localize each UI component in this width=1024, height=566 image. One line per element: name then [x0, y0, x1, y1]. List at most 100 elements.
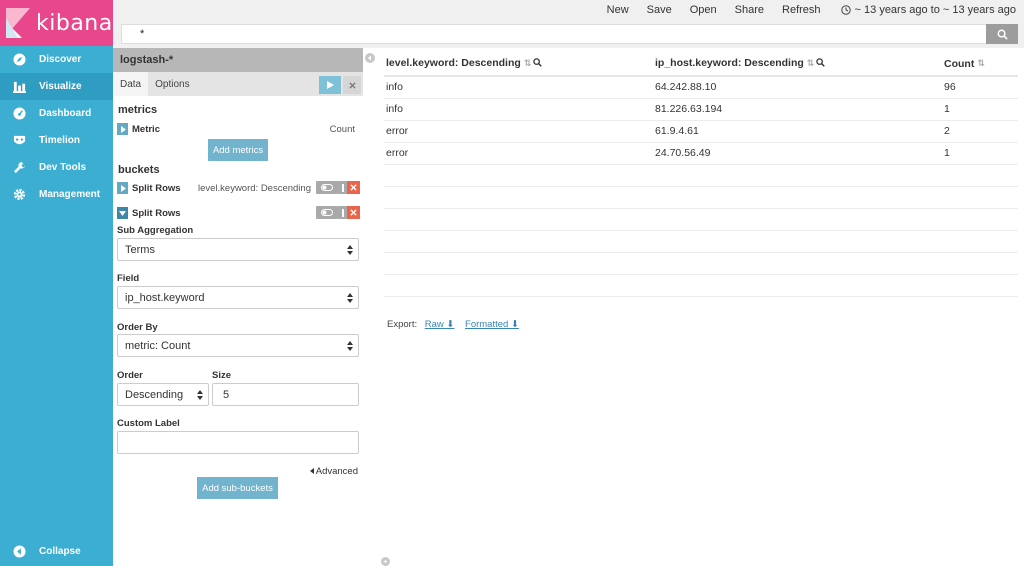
kibana-logo-icon: [6, 8, 30, 38]
drag-handle-icon[interactable]: [338, 181, 347, 194]
table-cell: [942, 186, 1018, 209]
brand[interactable]: kibana: [0, 0, 113, 46]
table-row: info 64.242.88.10 96: [384, 76, 1018, 99]
nav-label: Dashboard: [39, 108, 92, 119]
table-row-empty: [384, 208, 1018, 231]
editor-tabs: Data Options: [113, 72, 363, 96]
nav-item-dashboard[interactable]: Dashboard: [0, 100, 113, 127]
sub-aggregation-select[interactable]: Terms: [117, 238, 359, 261]
editor-collapse-toggle[interactable]: [365, 53, 375, 63]
time-range-text: ~ 13 years ago to ~ 13 years ago: [854, 4, 1016, 16]
select-value: metric: Count: [125, 339, 191, 352]
export-formatted-link[interactable]: Formatted ⬇: [465, 319, 519, 330]
toggle-enable-icon[interactable]: [316, 181, 338, 194]
nav-item-discover[interactable]: Discover: [0, 46, 113, 73]
export-raw-link[interactable]: Raw ⬇: [425, 319, 455, 330]
sort-icon[interactable]: ⇅: [977, 58, 985, 69]
share-button[interactable]: Share: [735, 4, 764, 16]
table-row-empty: [384, 230, 1018, 253]
tab-options[interactable]: Options: [148, 72, 196, 96]
select-value: Terms: [125, 243, 155, 256]
table-cell: [653, 252, 942, 275]
spy-panel-toggle[interactable]: [381, 557, 390, 566]
search-input[interactable]: *: [121, 24, 986, 44]
select-arrows-icon: [197, 389, 203, 401]
agg-controls: [316, 206, 360, 219]
dashboard-gauge-icon: [12, 107, 26, 121]
select-value: Descending: [125, 388, 184, 401]
magnify-icon[interactable]: [533, 57, 543, 70]
new-button[interactable]: New: [607, 4, 629, 16]
column-header-level[interactable]: level.keyword: Descending ⇅: [384, 52, 653, 77]
nav-item-management[interactable]: Management: [0, 181, 113, 208]
drag-handle-icon[interactable]: [338, 206, 347, 219]
export-label: Export:: [387, 319, 418, 330]
add-metrics-button[interactable]: Add metrics: [208, 139, 268, 161]
save-button[interactable]: Save: [647, 4, 672, 16]
timelion-mask-icon: [12, 134, 26, 148]
nav-label: Discover: [39, 54, 82, 65]
nav-label: Management: [39, 189, 101, 200]
remove-icon[interactable]: [347, 181, 360, 194]
advanced-toggle[interactable]: Advanced: [309, 466, 358, 477]
search-button[interactable]: [986, 24, 1018, 44]
order-by-label: Order By: [117, 322, 158, 333]
order-by-select[interactable]: metric: Count: [117, 334, 359, 357]
table-cell: [384, 208, 653, 231]
apply-changes-button[interactable]: [319, 76, 341, 94]
table-cell: [653, 274, 942, 297]
bucket-agg-row-1: Split Rows level.keyword: Descending: [113, 180, 363, 196]
table-cell: [653, 208, 942, 231]
table-cell: [384, 164, 653, 187]
table-cell: [384, 186, 653, 209]
sort-icon[interactable]: ⇅: [524, 58, 532, 69]
refresh-button[interactable]: Refresh: [782, 4, 821, 16]
sidebar: kibana Discover Visualize Dashboard Time…: [0, 0, 113, 566]
remove-icon[interactable]: [347, 206, 360, 219]
custom-label-input[interactable]: [117, 431, 359, 454]
nav-item-visualize[interactable]: Visualize: [0, 73, 113, 100]
add-sub-buckets-button[interactable]: Add sub-buckets: [197, 477, 278, 499]
collapse-button[interactable]: Collapse: [0, 540, 113, 562]
custom-label-label: Custom Label: [117, 418, 180, 429]
select-arrows-icon: [347, 340, 353, 352]
download-icon: ⬇: [510, 319, 519, 330]
order-select[interactable]: Descending: [117, 383, 209, 406]
nav-label: Visualize: [39, 81, 82, 92]
column-header-ip-host[interactable]: ip_host.keyword: Descending ⇅: [653, 52, 942, 77]
toggle-enable-icon[interactable]: [316, 206, 338, 219]
nav-item-timelion[interactable]: Timelion: [0, 127, 113, 154]
open-button[interactable]: Open: [690, 4, 717, 16]
table-row: info 81.226.63.194 1: [384, 98, 1018, 121]
sort-icon[interactable]: ⇅: [807, 58, 815, 69]
table-row: error 61.9.4.61 2: [384, 120, 1018, 143]
metric-agg-label: Metric: [132, 123, 160, 135]
table-cell: 1: [942, 142, 1018, 165]
table-cell: [384, 230, 653, 253]
tab-data[interactable]: Data: [113, 72, 149, 96]
caret-left-icon: [309, 466, 314, 477]
nav-label: Timelion: [39, 135, 80, 146]
table-cell: info: [384, 76, 653, 99]
compass-icon: [12, 53, 26, 67]
bucket-agg-desc: level.keyword: Descending: [197, 182, 311, 194]
caret-right-icon[interactable]: [117, 182, 128, 194]
field-select[interactable]: ip_host.keyword: [117, 286, 359, 309]
time-picker[interactable]: ~ 13 years ago to ~ 13 years ago: [840, 4, 1016, 16]
column-header-count[interactable]: Count ⇅: [942, 52, 1018, 77]
size-label: Size: [212, 370, 232, 381]
magnify-icon[interactable]: [816, 57, 826, 70]
select-arrows-icon: [347, 244, 353, 256]
caret-right-icon[interactable]: [117, 123, 128, 135]
discard-changes-button[interactable]: [343, 76, 361, 94]
size-input[interactable]: 5: [212, 383, 359, 406]
order-label: Order: [117, 370, 143, 381]
table-cell: [384, 274, 653, 297]
bucket-agg-row-2: Split Rows: [113, 205, 363, 221]
table-cell: 96: [942, 76, 1018, 99]
nav-item-dev-tools[interactable]: Dev Tools: [0, 154, 113, 181]
table-cell: 81.226.63.194: [653, 98, 942, 121]
results-table: level.keyword: Descending ⇅ ip_host.keywo…: [384, 52, 1018, 297]
caret-down-icon[interactable]: [117, 207, 128, 219]
table-cell: 1: [942, 98, 1018, 121]
